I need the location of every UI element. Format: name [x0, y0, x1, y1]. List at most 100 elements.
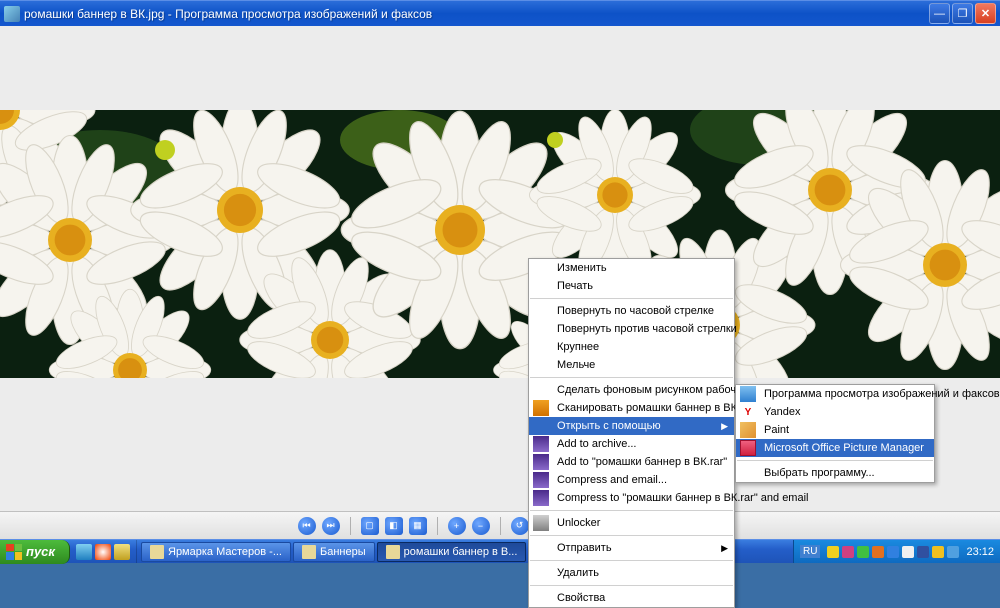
context-menu-item[interactable]: Повернуть против часовой стрелки [529, 320, 734, 338]
quick-launch [70, 540, 137, 563]
paint-icon [740, 422, 756, 438]
context-menu-item[interactable]: Отправить▶ [529, 539, 734, 557]
menu-item-label: Add to archive... [557, 438, 637, 450]
toolbar-divider [437, 517, 438, 535]
context-menu-item[interactable]: Мельче [529, 356, 734, 374]
menu-item-label: Отправить [557, 542, 612, 554]
context-menu-item[interactable]: Повернуть по часовой стрелке [529, 302, 734, 320]
bestfit-button[interactable]: ▢ [361, 517, 379, 535]
context-menu-item[interactable]: Изменить [529, 259, 734, 277]
menu-item-label: Microsoft Office Picture Manager [764, 442, 924, 454]
openwith-menu-item[interactable]: Y Yandex [736, 403, 934, 421]
image-content [0, 110, 1000, 378]
pv-icon [740, 386, 756, 402]
toolbar-divider [350, 517, 351, 535]
zoomin-button[interactable]: + [448, 517, 466, 535]
tray-icon[interactable] [887, 546, 899, 558]
previous-button[interactable]: ⏮ [298, 517, 316, 535]
tray-icon[interactable] [932, 546, 944, 558]
close-button[interactable]: ✕ [975, 3, 996, 24]
tray-icon[interactable] [872, 546, 884, 558]
openwith-menu-item[interactable]: Программа просмотра изображений и факсов [736, 385, 934, 403]
context-menu-item[interactable]: Крупнее [529, 338, 734, 356]
context-menu-item[interactable]: Сканировать ромашки баннер в ВК.jpg [529, 399, 734, 417]
yandex-icon[interactable] [95, 544, 111, 560]
context-menu-item[interactable]: Открыть с помощью ▶ [529, 417, 734, 435]
context-menu-item[interactable]: Add to "ромашки баннер в ВК.rar" [529, 453, 734, 471]
menu-item-label: Сканировать ромашки баннер в ВК.jpg [557, 402, 755, 414]
start-label: пуск [26, 544, 55, 559]
openwith-menu-item[interactable]: Выбрать программу... [736, 464, 934, 482]
zoomout-button[interactable]: − [472, 517, 490, 535]
show-desktop-icon[interactable] [76, 544, 92, 560]
tray-icon[interactable] [917, 546, 929, 558]
taskbar-app-icon [150, 545, 164, 559]
context-menu-item[interactable]: Unlocker [529, 514, 734, 532]
winrar-icon [533, 436, 549, 452]
menu-separator [530, 298, 733, 299]
menu-item-label: Удалить [557, 567, 599, 579]
taskbar-button[interactable]: Баннеры [293, 542, 375, 562]
tray-icon[interactable] [857, 546, 869, 558]
taskbar-button-label: Ярмарка Мастеров -... [168, 546, 282, 558]
taskbar-button[interactable]: Ярмарка Мастеров -... [141, 542, 291, 562]
menu-item-label: Paint [764, 424, 789, 436]
menu-item-label: Yandex [764, 406, 801, 418]
context-menu-item[interactable]: Add to archive... [529, 435, 734, 453]
context-menu[interactable]: ИзменитьПечать Повернуть по часовой стрел… [528, 258, 735, 608]
tray-icon[interactable] [902, 546, 914, 558]
lock-icon [533, 515, 549, 531]
next-button[interactable]: ⏭ [322, 517, 340, 535]
tray-icon[interactable] [947, 546, 959, 558]
system-tray: RU 23:12 [793, 540, 1000, 563]
context-menu-item[interactable]: Свойства [529, 589, 734, 607]
toolbar-divider [500, 517, 501, 535]
windows-logo-icon [6, 544, 22, 560]
taskbar-clock[interactable]: 23:12 [966, 546, 994, 558]
winrar-icon [533, 454, 549, 470]
window-titlebar: ромашки баннер в ВК.jpg - Программа прос… [0, 0, 1000, 26]
quick-launch-icon[interactable] [114, 544, 130, 560]
tray-icon[interactable] [827, 546, 839, 558]
menu-item-label: Выбрать программу... [764, 467, 875, 479]
menu-separator [530, 535, 733, 536]
taskbar: пуск Ярмарка Мастеров -... Баннеры ромашки… [0, 539, 1000, 563]
tray-icon[interactable] [842, 546, 854, 558]
menu-item-label: Мельче [557, 359, 595, 371]
taskbar-button[interactable]: ромашки баннер в В... [377, 542, 527, 562]
viewer-toolbar: ⏮ ⏭ ▢ ◧ ▦ + − ↺ ↻ ✕ ⎙ ❐ ✎ ? [0, 511, 1000, 539]
orange-icon [533, 400, 549, 416]
y-icon: Y [740, 404, 756, 420]
winrar-icon [533, 490, 549, 506]
context-menu-item[interactable]: Compress and email... [529, 471, 734, 489]
menu-item-label: Compress to "ромашки баннер в ВК.rar" an… [557, 492, 808, 504]
window-title: ромашки баннер в ВК.jpg - Программа прос… [24, 7, 929, 21]
menu-separator [530, 377, 733, 378]
app-icon [4, 6, 20, 22]
context-menu-item[interactable]: Сделать фоновым рисунком рабочего стола [529, 381, 734, 399]
submenu-arrow-icon: ▶ [721, 421, 728, 432]
language-indicator[interactable]: RU [800, 545, 820, 558]
slideshow-button[interactable]: ▦ [409, 517, 427, 535]
context-menu-item[interactable]: Печать [529, 277, 734, 295]
taskbar-button-label: Баннеры [320, 546, 366, 558]
openwith-menu-item[interactable]: Microsoft Office Picture Manager [736, 439, 934, 457]
menu-item-label: Открыть с помощью [557, 420, 661, 432]
start-button[interactable]: пуск [0, 540, 70, 564]
mspm-icon [740, 440, 756, 456]
minimize-button[interactable]: — [929, 3, 950, 24]
openwith-menu-item[interactable]: Paint [736, 421, 934, 439]
menu-item-label: Крупнее [557, 341, 599, 353]
actualsize-button[interactable]: ◧ [385, 517, 403, 535]
taskbar-app-icon [302, 545, 316, 559]
context-menu-item[interactable]: Compress to "ромашки баннер в ВК.rar" an… [529, 489, 734, 507]
menu-separator [737, 460, 933, 461]
taskbar-button-label: ромашки баннер в В... [404, 546, 518, 558]
rotate-ccw-button[interactable]: ↺ [511, 517, 529, 535]
menu-separator [530, 585, 733, 586]
taskbar-app-icon [386, 545, 400, 559]
context-menu-item[interactable]: Удалить [529, 564, 734, 582]
maximize-button[interactable]: ❐ [952, 3, 973, 24]
menu-item-label: Программа просмотра изображений и факсов [764, 388, 1000, 400]
openwith-submenu[interactable]: Программа просмотра изображений и факсов… [735, 384, 935, 483]
